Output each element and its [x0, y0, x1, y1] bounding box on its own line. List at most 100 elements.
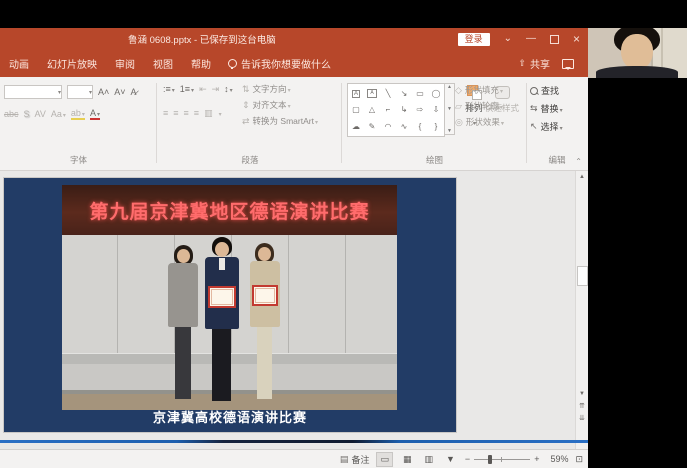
increase-indent-icon[interactable]: ⇥: [212, 85, 220, 94]
vertical-scrollbar[interactable]: ▲ ▼ ⇈ ⇊: [575, 171, 588, 449]
minimize-icon[interactable]: —: [526, 34, 536, 44]
align-center-icon[interactable]: ≡: [173, 109, 178, 118]
slide-canvas[interactable]: 第九届京津冀地区德语演讲比赛: [0, 171, 588, 449]
text-shadow-icon[interactable]: S: [24, 110, 30, 119]
restore-window-icon[interactable]: [550, 35, 559, 44]
decrease-indent-icon[interactable]: ⇤: [199, 85, 207, 94]
shape-line-icon[interactable]: ╲: [386, 90, 391, 98]
font-size-combo[interactable]: [67, 85, 93, 99]
shapes-gallery-scrollbar[interactable]: ▲ ▼ ▼: [444, 83, 455, 135]
shape-vertical-textbox-icon[interactable]: A: [367, 89, 376, 98]
replace-button[interactable]: ⇆ 替换: [530, 102, 563, 115]
view-slideshow-button[interactable]: ▼: [443, 453, 458, 465]
share-button[interactable]: ⇧ 共享: [518, 56, 550, 71]
shapes-scroll-down-icon[interactable]: ▼: [447, 106, 452, 112]
find-button[interactable]: 查找: [530, 84, 563, 97]
view-slide-sorter-button[interactable]: ▦: [400, 453, 415, 466]
align-text-button[interactable]: ⇕ 对齐文本: [242, 99, 318, 111]
tell-me-box[interactable]: 告诉我你想要做什么: [220, 56, 339, 71]
align-right-icon[interactable]: ≡: [184, 109, 189, 118]
text-direction-button[interactable]: ⇅ 文字方向: [242, 83, 318, 95]
next-slide-button[interactable]: ⇊: [576, 414, 588, 424]
tab-animation[interactable]: 动画: [0, 50, 38, 77]
notes-button[interactable]: ▤ 备注: [340, 453, 370, 466]
ribbon-tab-row: 动画 幻灯片放映 审阅 视图 帮助 告诉我你想要做什么 ⇧ 共享: [0, 50, 588, 77]
character-spacing-icon[interactable]: AV: [35, 110, 46, 119]
justify-icon[interactable]: ≡: [194, 109, 199, 118]
shape-triangle-icon[interactable]: △: [369, 106, 375, 114]
strikethrough-icon[interactable]: abc: [4, 110, 19, 119]
tab-review[interactable]: 审阅: [106, 50, 144, 77]
shape-cloud-icon[interactable]: ☁: [352, 123, 360, 131]
slide-caption[interactable]: 京津冀高校德语演讲比赛: [4, 407, 456, 426]
shrink-font-icon[interactable]: A˅: [114, 88, 125, 97]
group-label-paragraph: 段落: [158, 154, 342, 166]
shape-elbow-arrow-icon[interactable]: ↳: [401, 106, 408, 114]
font-name-combo[interactable]: [4, 85, 62, 99]
more-align-icon[interactable]: [218, 109, 222, 118]
shape-effects-button[interactable]: ◎ 形状效果: [455, 116, 504, 128]
clear-formatting-icon[interactable]: A̷: [131, 88, 137, 97]
ribbon-display-options-icon[interactable]: ⌄: [504, 34, 512, 44]
line-spacing-icon[interactable]: ↕: [224, 85, 233, 94]
change-case-icon[interactable]: Aa: [51, 110, 66, 119]
shape-fill-button[interactable]: ◇ 形状填充: [455, 84, 504, 96]
shape-arrow-icon[interactable]: ↘: [401, 90, 408, 98]
tab-help[interactable]: 帮助: [182, 50, 220, 77]
shape-rounded-rectangle-icon[interactable]: ▢: [352, 106, 360, 114]
zoom-out-icon[interactable]: −: [465, 454, 470, 464]
view-reading-button[interactable]: ▥: [421, 453, 436, 466]
convert-smartart-button[interactable]: ⇄ 转换为 SmartArt: [242, 115, 318, 127]
group-label-font: 字体: [0, 154, 157, 166]
highlight-color-icon[interactable]: ab: [71, 109, 85, 120]
select-button[interactable]: ↖ 选择: [530, 120, 563, 133]
shape-right-arrow-icon[interactable]: ⇨: [417, 106, 424, 114]
zoom-thumb[interactable]: [488, 455, 492, 464]
scroll-up-icon[interactable]: ▲: [576, 172, 588, 182]
comments-icon[interactable]: [562, 59, 574, 69]
previous-slide-button[interactable]: ⇈: [576, 402, 588, 412]
shapes-scroll-up-icon[interactable]: ▲: [447, 84, 452, 90]
zoom-track[interactable]: [474, 459, 530, 460]
shape-textbox-icon[interactable]: A: [352, 90, 360, 98]
webcam-feed[interactable]: [588, 28, 687, 78]
certificate-middle: [208, 286, 236, 308]
shape-outline-button[interactable]: ▱ 形状轮廓: [455, 100, 504, 112]
shape-right-brace-icon[interactable]: }: [435, 123, 438, 131]
align-left-icon[interactable]: ≡: [163, 109, 168, 118]
powerpoint-window: 鲁涵 0608.pptx - 已保存到这台电脑 登录 ⌄ — × 动画 幻灯片放…: [0, 28, 588, 442]
slide[interactable]: 第九届京津冀地区德语演讲比赛: [4, 178, 456, 432]
taskbar-edge: [0, 440, 588, 443]
shape-freeform-icon[interactable]: ✎: [369, 123, 376, 131]
close-icon[interactable]: ×: [573, 33, 580, 45]
shape-curve-icon[interactable]: ∿: [401, 123, 408, 131]
share-icon: ⇧: [518, 58, 526, 69]
shape-elbow-connector-icon[interactable]: ⌐: [386, 106, 391, 114]
shape-rectangle-icon[interactable]: ▭: [416, 90, 424, 98]
shape-arc-icon[interactable]: ◠: [385, 123, 392, 131]
shape-down-arrow-icon[interactable]: ⇩: [433, 106, 440, 114]
find-icon: [530, 87, 538, 95]
numbering-icon[interactable]: 1≡: [180, 85, 194, 94]
certificate-right: [252, 285, 278, 306]
text-direction-icon: ⇅: [242, 85, 250, 94]
view-normal-button[interactable]: ▭: [376, 452, 393, 467]
zoom-slider[interactable]: − +: [465, 454, 540, 464]
grow-font-icon[interactable]: A˄: [98, 88, 109, 97]
bullets-icon[interactable]: :≡: [163, 85, 175, 94]
collapse-ribbon-icon[interactable]: ⌃: [575, 157, 582, 166]
columns-icon[interactable]: ▥: [204, 109, 213, 118]
shape-oval-icon[interactable]: ◯: [432, 90, 441, 98]
tab-slideshow[interactable]: 幻灯片放映: [38, 50, 106, 77]
zoom-percentage[interactable]: 59%: [546, 454, 568, 464]
fit-to-window-icon[interactable]: ⊡: [575, 454, 583, 465]
shapes-gallery[interactable]: A A ╲ ↘ ▭ ◯ ▢ △ ⌐ ↳ ⇨ ⇩ ☁ ✎ ◠ ∿ {: [347, 83, 445, 137]
sign-in-button[interactable]: 登录: [458, 33, 490, 46]
scroll-down-icon[interactable]: ▼: [576, 389, 588, 399]
zoom-in-icon[interactable]: +: [534, 454, 539, 464]
shapes-more-icon[interactable]: ▼: [447, 128, 452, 134]
font-color-icon[interactable]: A: [90, 109, 100, 120]
scrollbar-thumb[interactable]: [577, 266, 588, 286]
tab-view[interactable]: 视图: [144, 50, 182, 77]
shape-left-brace-icon[interactable]: {: [419, 123, 422, 131]
